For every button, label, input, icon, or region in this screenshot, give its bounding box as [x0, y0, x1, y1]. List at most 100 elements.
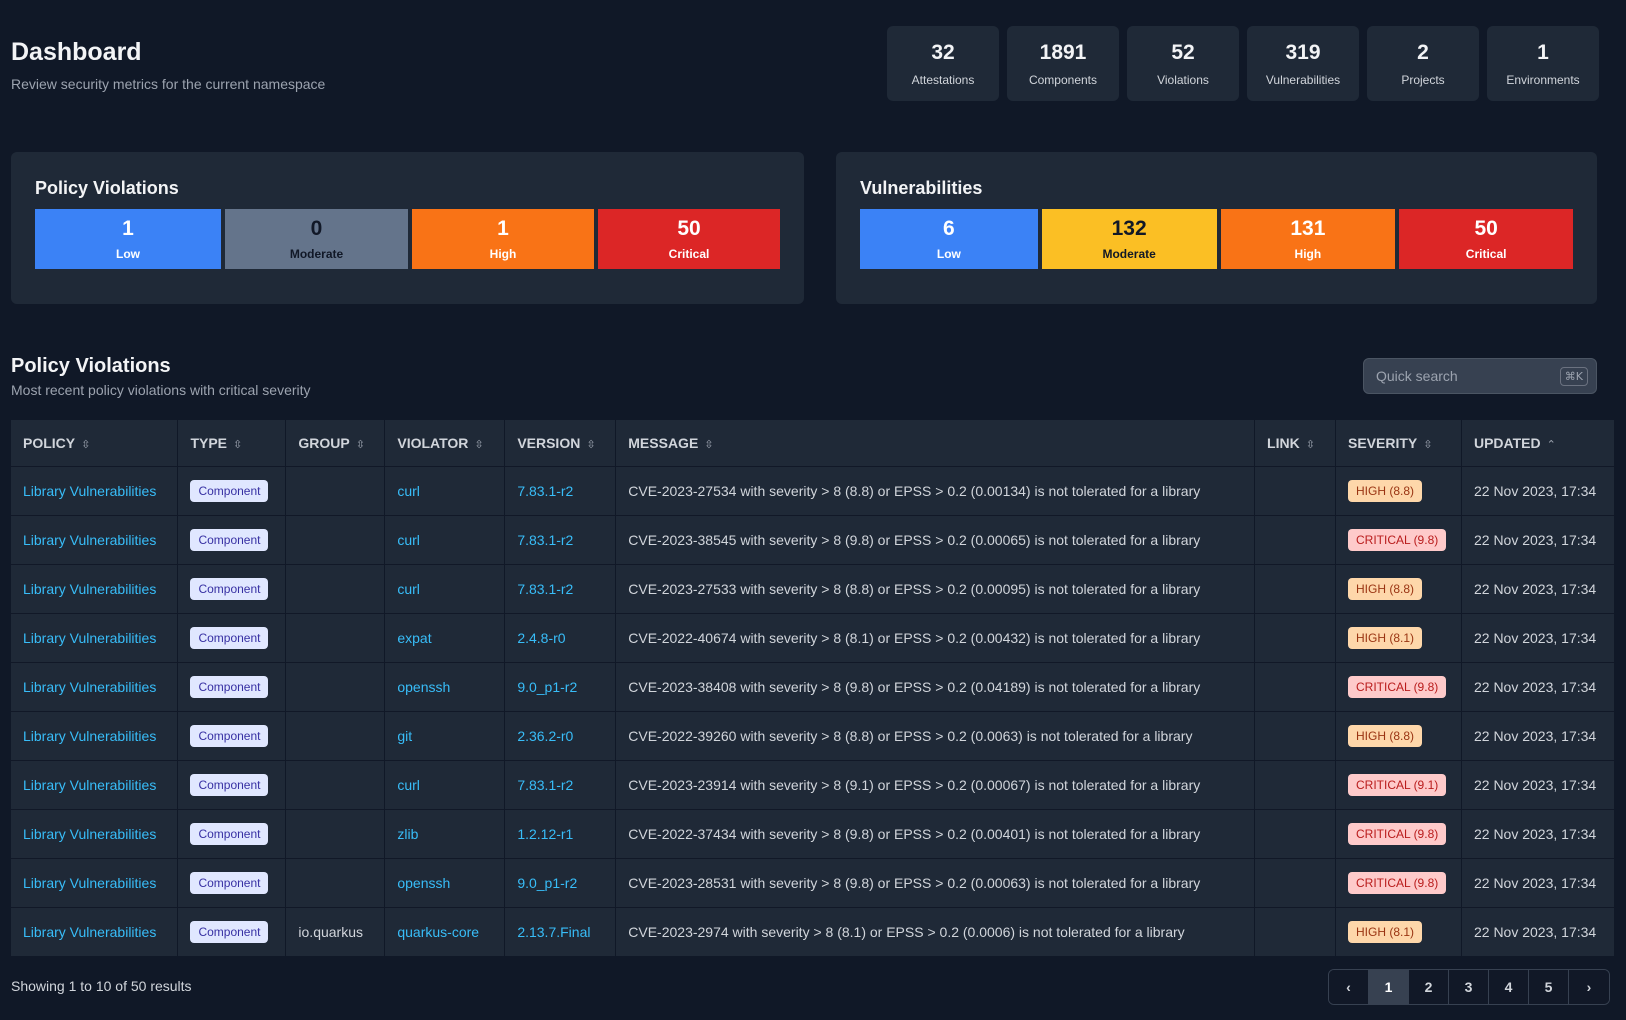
stat-label: Violations [1157, 72, 1209, 87]
severity-low[interactable]: 1 Low [35, 209, 221, 269]
table-row: Library Vulnerabilities Component curl 7.83… [11, 760, 1616, 809]
type-badge: Component [190, 920, 269, 943]
pagination: ‹ 1 2 3 4 5 › [1328, 969, 1610, 1005]
version-link[interactable]: 7.83.1-r2 [504, 515, 617, 564]
severity-critical[interactable]: 50 Critical [598, 209, 780, 269]
type-badge: Component [190, 626, 269, 649]
policy-link[interactable]: Library Vulnerabilities [11, 515, 179, 564]
column-header-type[interactable]: TYPE ⇳ [177, 420, 287, 466]
version-link[interactable]: 9.0_p1-r2 [504, 858, 617, 907]
policy-link[interactable]: Library Vulnerabilities [11, 711, 179, 760]
table-row: Library Vulnerabilities Component io.quark… [11, 907, 1616, 956]
version-link[interactable]: 7.83.1-r2 [504, 466, 617, 515]
severity-moderate[interactable]: 132 Moderate [1041, 209, 1217, 269]
page-5-button[interactable]: 5 [1529, 970, 1569, 1004]
stat-projects[interactable]: 2 Projects [1367, 26, 1479, 101]
column-label: GROUP [298, 434, 350, 451]
violator-link[interactable]: expat [384, 613, 506, 662]
policy-link[interactable]: Library Vulnerabilities [11, 809, 179, 858]
column-header-severity[interactable]: SEVERITY ⇳ [1335, 420, 1462, 466]
violator-link[interactable]: quarkus-core [384, 907, 506, 956]
next-page-button[interactable]: › [1569, 970, 1609, 1004]
message-cell: CVE-2023-27533 with severity > 8 (8.8) o… [615, 564, 1256, 613]
page-1-button[interactable]: 1 [1369, 970, 1409, 1004]
severity-moderate[interactable]: 0 Moderate [225, 209, 408, 269]
search-input[interactable] [1376, 368, 1560, 384]
column-header-violator[interactable]: VIOLATOR ⇳ [384, 420, 506, 466]
violator-link[interactable]: openssh [384, 662, 506, 711]
sort-icon: ⇳ [704, 438, 714, 451]
prev-page-button[interactable]: ‹ [1329, 970, 1369, 1004]
version-link[interactable]: 2.36.2-r0 [504, 711, 617, 760]
column-header-updated[interactable]: UPDATED ⌃ [1461, 420, 1616, 466]
stat-violations[interactable]: 52 Violations [1127, 26, 1239, 101]
version-link[interactable]: 2.4.8-r0 [504, 613, 617, 662]
sort-icon: ⇳ [233, 438, 243, 451]
version-link[interactable]: 7.83.1-r2 [504, 760, 617, 809]
violator-link[interactable]: curl [384, 564, 506, 613]
violator-link[interactable]: zlib [384, 809, 506, 858]
type-badge: Component [190, 675, 269, 698]
stat-attestations[interactable]: 32 Attestations [887, 26, 999, 101]
version-link[interactable]: 9.0_p1-r2 [504, 662, 617, 711]
column-label: SEVERITY [1348, 434, 1418, 451]
severity-high[interactable]: 1 High [412, 209, 594, 269]
column-header-version[interactable]: VERSION ⇳ [504, 420, 617, 466]
page-title: Dashboard [11, 38, 142, 66]
policy-link[interactable]: Library Vulnerabilities [11, 662, 179, 711]
type-badge: Component [190, 577, 269, 600]
policy-link[interactable]: Library Vulnerabilities [11, 564, 179, 613]
severity-count: 50 [1474, 217, 1498, 240]
updated-cell: 22 Nov 2023, 17:34 [1461, 711, 1616, 760]
page-3-button[interactable]: 3 [1449, 970, 1489, 1004]
column-header-message[interactable]: MESSAGE ⇳ [615, 420, 1256, 466]
stat-vulnerabilities[interactable]: 319 Vulnerabilities [1247, 26, 1359, 101]
version-link[interactable]: 2.13.7.Final [504, 907, 617, 956]
stat-value: 2 [1417, 40, 1429, 64]
policy-link[interactable]: Library Vulnerabilities [11, 613, 179, 662]
group-cell [285, 760, 386, 809]
severity-count: 0 [310, 217, 323, 240]
severity-critical[interactable]: 50 Critical [1399, 209, 1573, 269]
message-cell: CVE-2023-38545 with severity > 8 (9.8) o… [615, 515, 1256, 564]
violator-link[interactable]: curl [384, 760, 506, 809]
keyboard-shortcut-hint: ⌘K [1559, 366, 1588, 386]
severity-cell: CRITICAL (9.8) [1335, 662, 1462, 711]
violations-table: POLICY ⇳ TYPE ⇳ GROUP ⇳ VIOLATOR ⇳ VERSION ⇳ MESSA… [11, 420, 1616, 956]
type-cell: Component [177, 760, 287, 809]
severity-label: High [489, 247, 517, 261]
stat-components[interactable]: 1891 Components [1007, 26, 1119, 101]
page-4-button[interactable]: 4 [1489, 970, 1529, 1004]
stat-environments[interactable]: 1 Environments [1487, 26, 1599, 101]
version-link[interactable]: 1.2.12-r1 [504, 809, 617, 858]
violator-link[interactable]: curl [384, 466, 506, 515]
updated-cell: 22 Nov 2023, 17:34 [1461, 858, 1616, 907]
stat-label: Projects [1401, 72, 1445, 87]
type-cell: Component [177, 613, 287, 662]
violator-link[interactable]: curl [384, 515, 506, 564]
table-row: Library Vulnerabilities Component curl 7.83… [11, 515, 1616, 564]
type-cell: Component [177, 711, 287, 760]
column-header-group[interactable]: GROUP ⇳ [285, 420, 386, 466]
updated-cell: 22 Nov 2023, 17:34 [1461, 907, 1616, 956]
section-subtitle: Most recent policy violations with criti… [11, 382, 311, 398]
policy-violations-card: Policy Violations 1 Low 0 Moderate 1 Hig… [11, 152, 804, 304]
policy-link[interactable]: Library Vulnerabilities [11, 466, 179, 515]
sort-ascending-icon: ⌃ [1546, 438, 1556, 451]
policy-link[interactable]: Library Vulnerabilities [11, 907, 179, 956]
sort-icon: ⇳ [1305, 438, 1315, 451]
version-link[interactable]: 7.83.1-r2 [504, 564, 617, 613]
table-row: Library Vulnerabilities Component curl 7.83… [11, 466, 1616, 515]
severity-low[interactable]: 6 Low [860, 209, 1038, 269]
severity-high[interactable]: 131 High [1220, 209, 1396, 269]
quick-search[interactable]: ⌘K [1363, 358, 1597, 394]
page-2-button[interactable]: 2 [1409, 970, 1449, 1004]
column-header-link[interactable]: LINK ⇳ [1254, 420, 1336, 466]
violator-link[interactable]: git [384, 711, 506, 760]
policy-link[interactable]: Library Vulnerabilities [11, 760, 179, 809]
policy-link[interactable]: Library Vulnerabilities [11, 858, 179, 907]
violator-link[interactable]: openssh [384, 858, 506, 907]
column-header-policy[interactable]: POLICY ⇳ [11, 420, 179, 466]
message-cell: CVE-2023-28531 with severity > 8 (9.8) o… [615, 858, 1256, 907]
severity-cell: HIGH (8.8) [1335, 466, 1462, 515]
